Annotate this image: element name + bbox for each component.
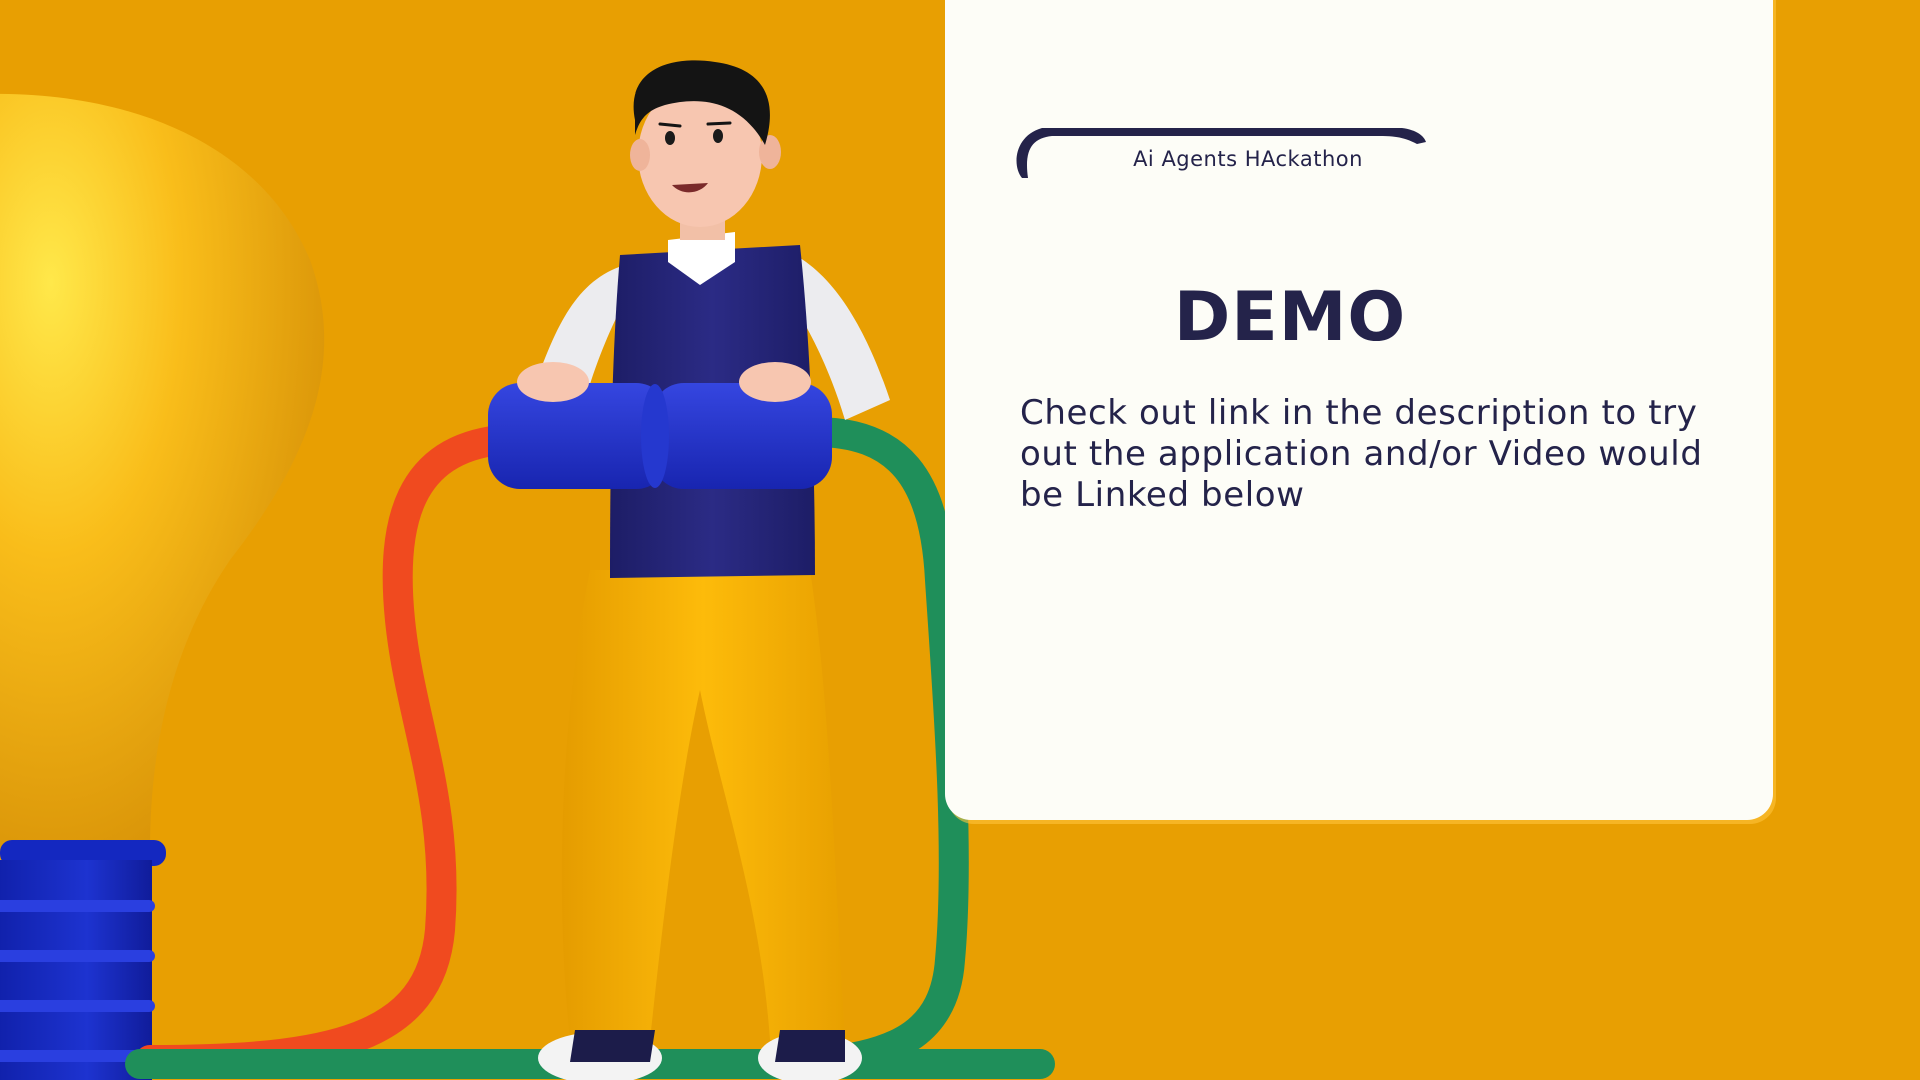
slide-body-text: Check out link in the description to try… [1020, 393, 1703, 515]
tag-label: Ai Agents HAckathon [1133, 147, 1363, 171]
light-bulb-illustration [0, 93, 325, 1080]
event-tag: Ai Agents HAckathon [1012, 126, 1426, 178]
slide: Ai Agents HAckathon DEMO Check out link … [0, 0, 1920, 1080]
person-illustration [488, 60, 890, 1080]
slide-title: DEMO [1173, 278, 1407, 357]
